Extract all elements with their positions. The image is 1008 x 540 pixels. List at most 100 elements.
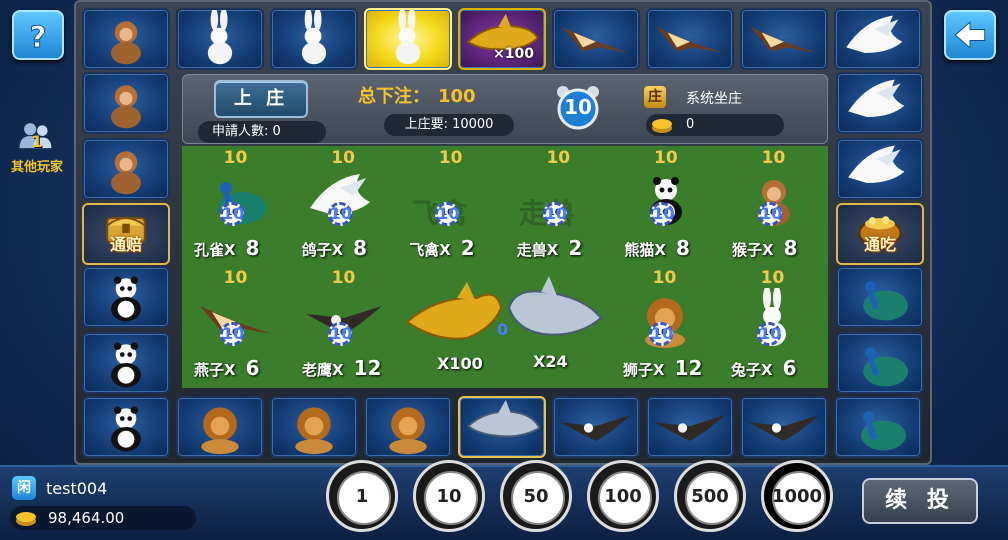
peacock-icon: [863, 281, 909, 321]
shark-bet-area[interactable]: X100 X24 0: [397, 268, 611, 388]
bank-requirement: 上庄要: 10000: [384, 114, 514, 136]
bet-cell-multiplier: 10: [652, 268, 677, 288]
question-mark-icon: ?: [29, 19, 47, 54]
ring-tile-eagle: [740, 396, 828, 458]
dove-icon: [848, 79, 905, 118]
bet-cell-amount: 10: [651, 324, 674, 343]
bet-cell-animal: 走兽X: [516, 241, 559, 259]
other-players-label: 其他玩家: [10, 160, 63, 175]
chip-1000[interactable]: 1000: [761, 460, 833, 532]
bet-cell-label: 兔子X 6: [731, 356, 797, 380]
applicants-count: 申請人數: 0: [198, 121, 326, 143]
ring-tile-dove: [834, 8, 922, 70]
ring-tile-dove: [836, 72, 924, 134]
chip-value: 50: [523, 486, 549, 507]
bet-cell[interactable]: 10 10 10 鸽子X 8: [290, 146, 397, 266]
chip-value: 1000: [771, 486, 823, 507]
ring-tile-silver-shark: [458, 396, 546, 458]
ring-tile-gold-shark: ×100: [458, 8, 546, 70]
bet-cell[interactable]: 飞禽101010飞禽X2: [397, 146, 504, 266]
chip-500[interactable]: 500: [674, 460, 746, 532]
bet-cell-label: 老鹰X 12: [302, 356, 381, 380]
ring-tile-panda: [82, 396, 170, 458]
rabbit-icon: [395, 10, 421, 65]
bet-cell-animal: 狮子X: [623, 361, 665, 379]
back-arrow-icon: [954, 21, 986, 49]
chip-50[interactable]: 50: [500, 460, 572, 532]
bet-cell-label: 猴子X 8: [732, 236, 798, 260]
timer-value: 10: [564, 95, 592, 119]
bet-cell-odds: 2: [460, 236, 475, 260]
bet-cell[interactable]: 10 10 10 燕子X 6: [182, 266, 289, 386]
ring-tile-peacock: [834, 396, 922, 458]
bet-cell[interactable]: 走兽101010走兽X2: [505, 146, 612, 266]
dove-icon: [846, 15, 903, 54]
ring-tile-swallow: [740, 8, 828, 70]
apply-bank-button[interactable]: 上 庄: [214, 80, 308, 118]
peacock-icon: [863, 347, 909, 387]
bet-cell[interactable]: 10 10 10 老鹰X 12: [290, 266, 397, 386]
chip-value: 1: [355, 486, 369, 507]
pay-all-tile: 通赔: [82, 203, 170, 265]
back-button[interactable]: [944, 10, 996, 60]
panda-icon: [111, 406, 141, 452]
bet-cell[interactable]: 10 10 10 孔雀X 8: [182, 146, 289, 266]
bet-cell-label: 燕子X 6: [194, 356, 260, 380]
bet-cell[interactable]: 10 10 10 兔子X 6: [719, 266, 826, 386]
banker-badge: 庄: [644, 86, 666, 108]
bet-cell[interactable]: 10 10 10 熊猫X 8: [612, 146, 719, 266]
other-players[interactable]: 1 其他玩家: [4, 118, 70, 178]
help-button[interactable]: ?: [12, 10, 64, 60]
chip-1[interactable]: 1: [326, 460, 398, 532]
panda-icon: [111, 342, 141, 388]
bet-cell-odds: 8: [245, 236, 260, 260]
bet-cell-animal: 老鹰X: [302, 361, 344, 379]
ring-tile-peacock: [836, 266, 924, 328]
eagle-icon: [654, 414, 726, 442]
bet-cell-label: 走兽X 2: [517, 236, 583, 260]
panda-icon: [111, 276, 141, 322]
bet-cell-odds: 12: [353, 356, 382, 380]
bet-cell-multiplier: 10: [546, 148, 571, 168]
bet-cell-amount: 10: [222, 324, 245, 343]
bet-cell-label: 鸽子X 8: [302, 236, 368, 260]
bet-cell-multiplier: 10: [223, 148, 248, 168]
rabbit-icon: [301, 10, 327, 65]
bet-cell-amount: 10: [329, 204, 352, 223]
dove-icon: [848, 145, 905, 184]
bet-cell-multiplier: 10: [760, 268, 785, 288]
bet-cell-label: 狮子X 12: [623, 356, 702, 380]
pay-all-label: 通赔: [109, 235, 142, 254]
player-coins: 98,464.00: [48, 509, 125, 527]
repeat-bet-button[interactable]: 续 投: [862, 478, 978, 524]
ring-tile-eagle: [646, 396, 734, 458]
silver-shark-icon: [466, 399, 541, 438]
player-name: test004: [46, 479, 108, 498]
lion-icon: [389, 407, 427, 455]
bet-cell-animal: 熊猫X: [624, 241, 666, 259]
ring-tile-peacock: [836, 332, 924, 394]
bet-cell-animal: 猴子X: [732, 241, 774, 259]
bet-cell[interactable]: 10 10 10 猴子X 8: [720, 146, 827, 266]
chip-value: 100: [604, 486, 642, 507]
bet-cell-animal: 燕子X: [194, 361, 236, 379]
coin-stack-icon: [652, 119, 672, 133]
player-coins-box: 98,464.00: [10, 506, 196, 530]
bet-cell[interactable]: 10 10 10 狮子X 12: [611, 266, 718, 386]
chip-10[interactable]: 10: [413, 460, 485, 532]
other-players-count: 1: [31, 132, 43, 151]
bet-cell-amount: 10: [544, 204, 568, 223]
bet-cell-amount: 10: [437, 204, 460, 223]
rabbit-icon: [207, 10, 233, 65]
monkey-icon: [111, 21, 141, 65]
bet-cell-label: 飞禽X 2: [409, 236, 475, 260]
bet-cell-odds: 8: [675, 236, 690, 260]
bet-cell-label: 孔雀X 8: [194, 236, 260, 260]
ring-tile-rabbit: [364, 8, 452, 70]
total-bet-label: 总下注：: [358, 86, 430, 107]
total-bet: 总下注： 100: [358, 82, 476, 108]
peacock-icon: [861, 411, 907, 451]
take-all-label: 通吃: [863, 235, 896, 254]
chip-100[interactable]: 100: [587, 460, 659, 532]
bet-cell-amount: 10: [330, 324, 353, 343]
